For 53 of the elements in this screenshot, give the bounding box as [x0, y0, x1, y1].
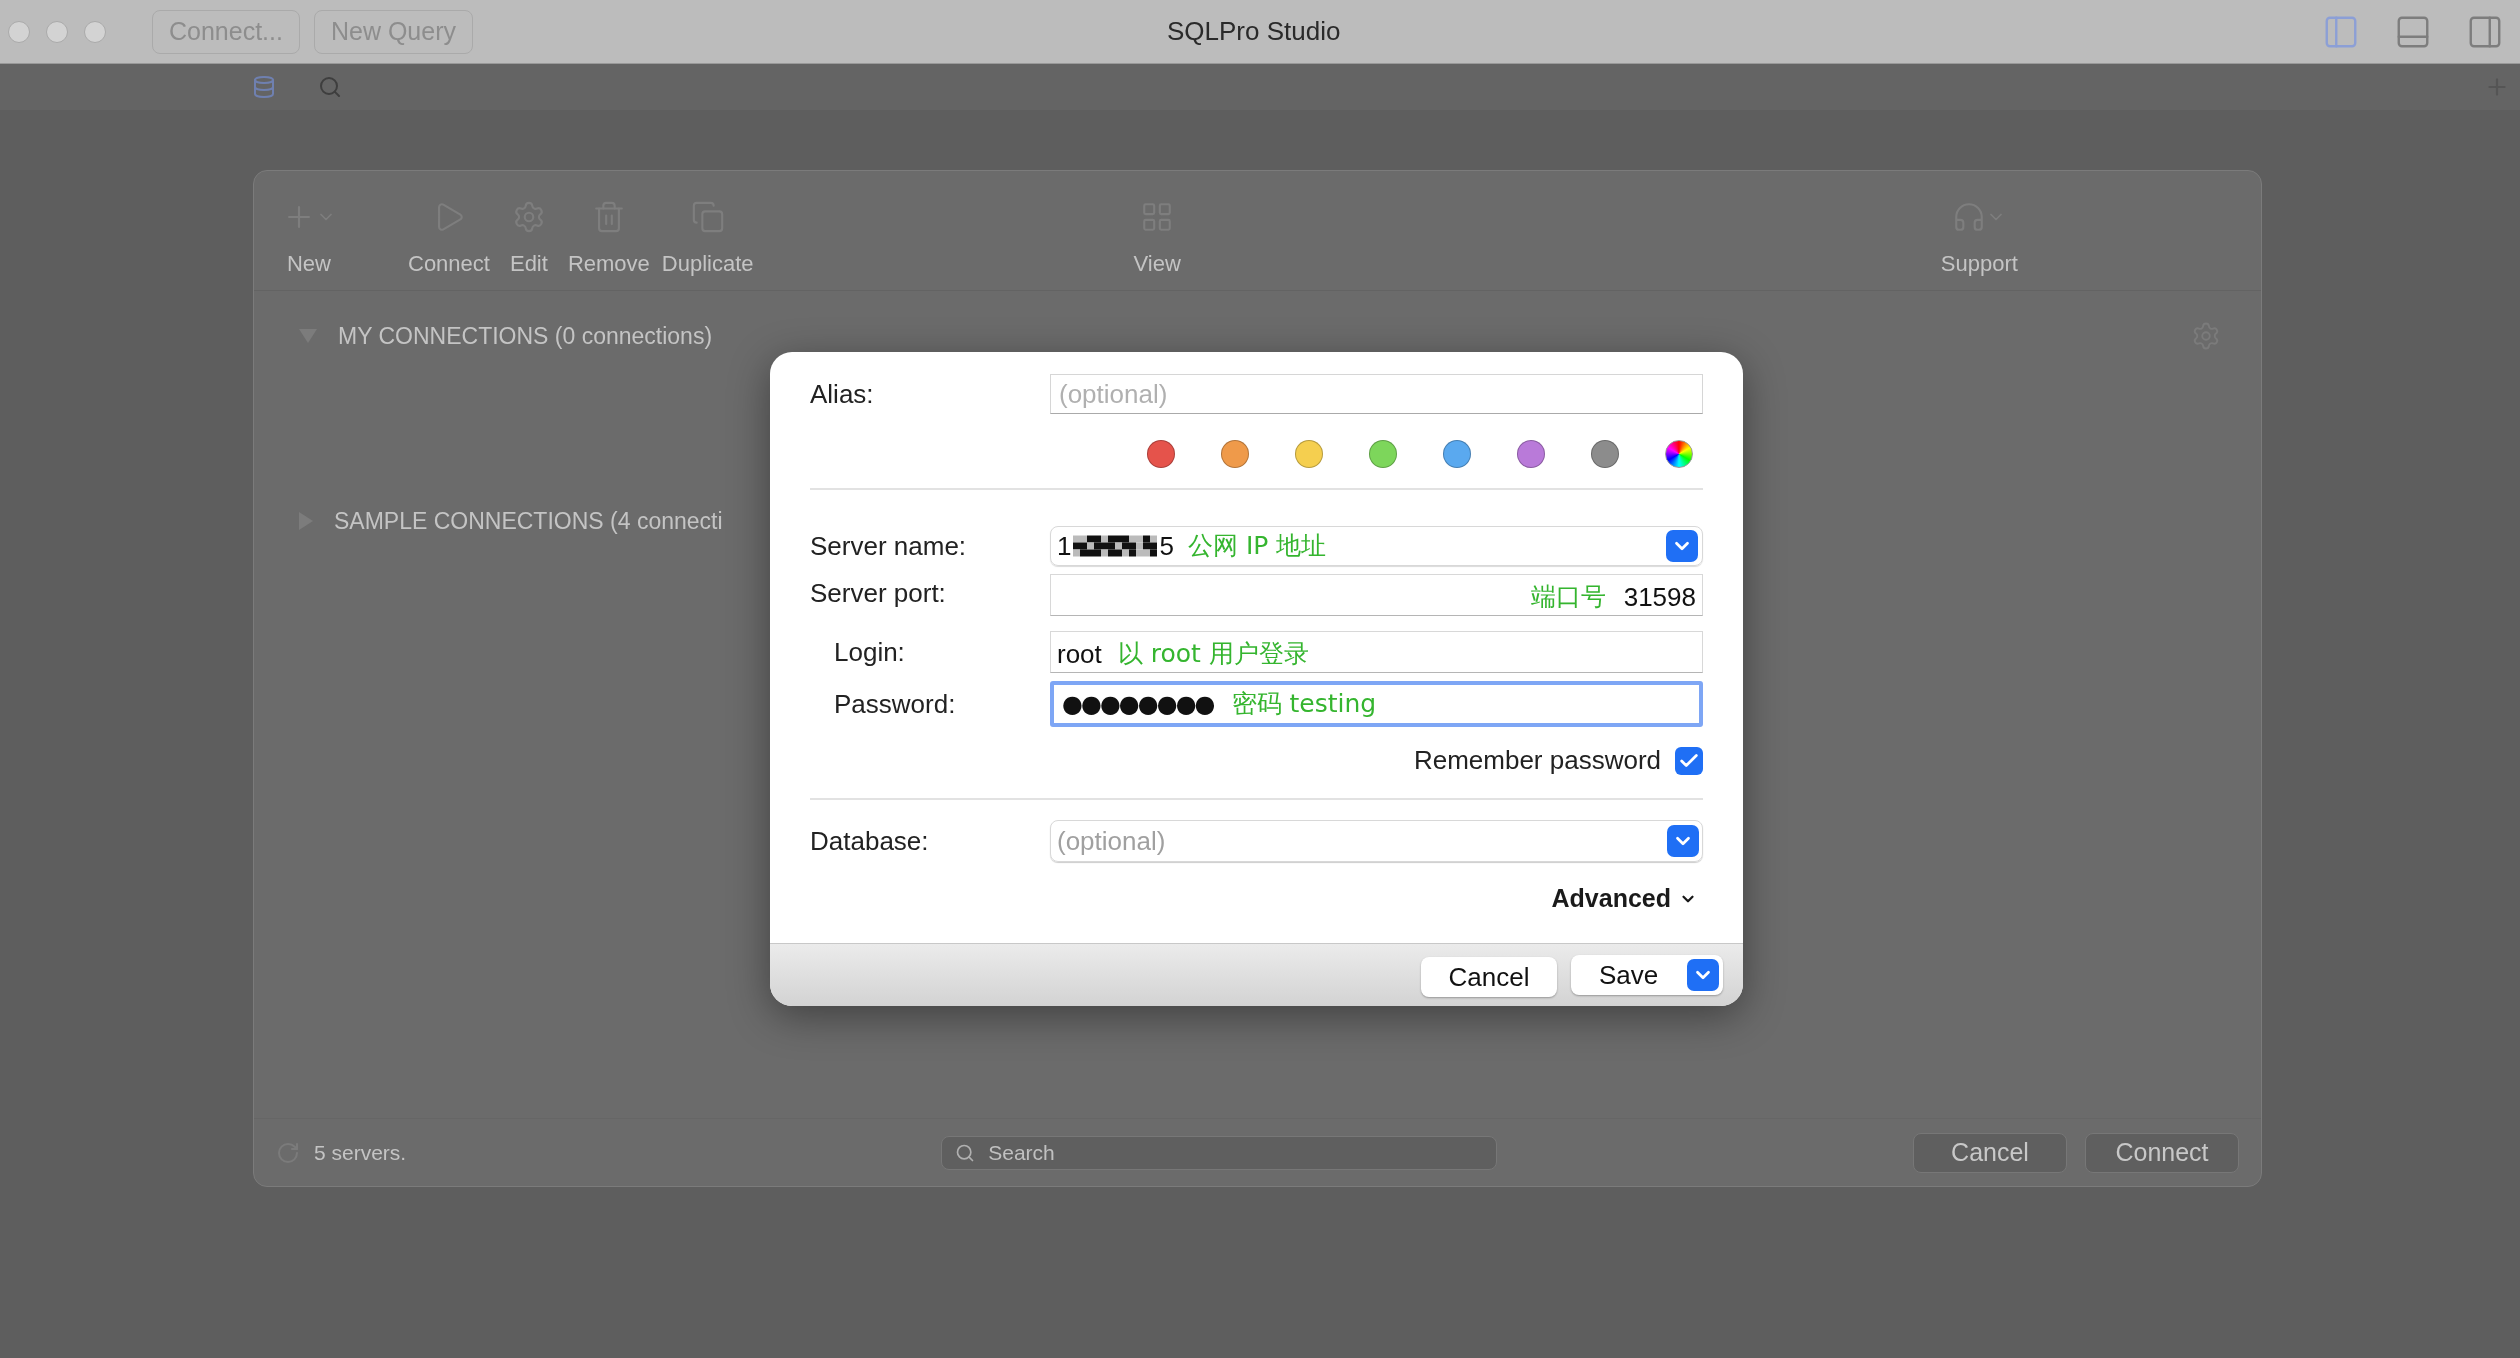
group-header: SAMPLE CONNECTIONS (4 connecti	[334, 506, 723, 536]
login-field[interactable]: root 以 root 用户登录	[1050, 631, 1703, 673]
annotation-text: 以 root 用户登录	[1117, 638, 1309, 671]
dropdown-button[interactable]	[1687, 959, 1719, 991]
checkbox-label: Remember password	[1413, 744, 1661, 777]
search-field[interactable]: Search	[941, 1135, 1498, 1170]
field-label: Password:	[834, 687, 957, 721]
server-count: 5 servers.	[314, 1139, 407, 1166]
color-wheel-icon[interactable]	[1665, 440, 1693, 468]
field-label: Login:	[834, 635, 906, 669]
footer-button[interactable]: Connect	[2085, 1132, 2239, 1173]
save-split-button[interactable]: Save	[1571, 955, 1723, 995]
color-swatch[interactable]	[1147, 440, 1175, 468]
toolbar-button[interactable]: Duplicate	[661, 197, 754, 280]
toolbar-button[interactable]: View	[1133, 197, 1181, 280]
dropdown-button[interactable]	[1666, 530, 1698, 562]
remember-checkbox[interactable]	[1675, 746, 1703, 775]
field-label: Alias:	[810, 377, 875, 411]
server-port-field[interactable]: 端口号 31598	[1050, 574, 1703, 616]
annotation-text: 公网 IP 地址	[1187, 530, 1327, 563]
window-title: SQLPro Studio	[1167, 15, 1341, 48]
color-swatch[interactable]	[1517, 440, 1545, 468]
footer-button[interactable]: Cancel	[1913, 1132, 2067, 1173]
cancel-button[interactable]: Cancel	[1421, 957, 1557, 997]
annotation-text: 密码 testing	[1231, 688, 1377, 721]
password-field[interactable]: ●●●●●●●● 密码 testing	[1050, 681, 1703, 727]
window-control-button[interactable]	[46, 20, 68, 43]
database-icon[interactable]	[252, 75, 276, 99]
field-label: Database:	[810, 824, 930, 858]
advanced-toggle[interactable]: Advanced	[1551, 880, 1697, 918]
database-field[interactable]: (optional)	[1050, 820, 1703, 862]
color-swatch[interactable]	[1443, 440, 1471, 468]
field-label: Server name:	[810, 529, 968, 563]
toolbar-button[interactable]: Remove	[567, 197, 650, 280]
pixelated-mosaic-icon	[1073, 534, 1158, 558]
alias-field[interactable]: (optional)	[1050, 374, 1703, 414]
group-header: MY CONNECTIONS (0 connections)	[338, 322, 713, 351]
window-control-button[interactable]	[84, 20, 106, 43]
toolbar-button[interactable]: New	[282, 197, 336, 280]
search-icon[interactable]	[318, 75, 342, 99]
color-swatch[interactable]	[1591, 440, 1619, 468]
color-swatch[interactable]	[1221, 440, 1249, 468]
dropdown-button[interactable]	[1667, 825, 1699, 857]
toolbar-button[interactable]: Edit	[509, 197, 548, 280]
color-swatch[interactable]	[1369, 440, 1397, 468]
search-icon	[955, 1142, 976, 1163]
server-name-field[interactable]: 1 5 公网 IP 地址	[1050, 526, 1703, 566]
toolbar-button[interactable]: Connect	[408, 197, 490, 280]
window-control-button[interactable]	[8, 20, 30, 43]
color-swatch[interactable]	[1295, 440, 1323, 468]
toolbar-button[interactable]: Support	[1940, 197, 2018, 280]
annotation-text: 端口号	[1530, 581, 1606, 614]
field-label: Server port:	[810, 577, 947, 610]
